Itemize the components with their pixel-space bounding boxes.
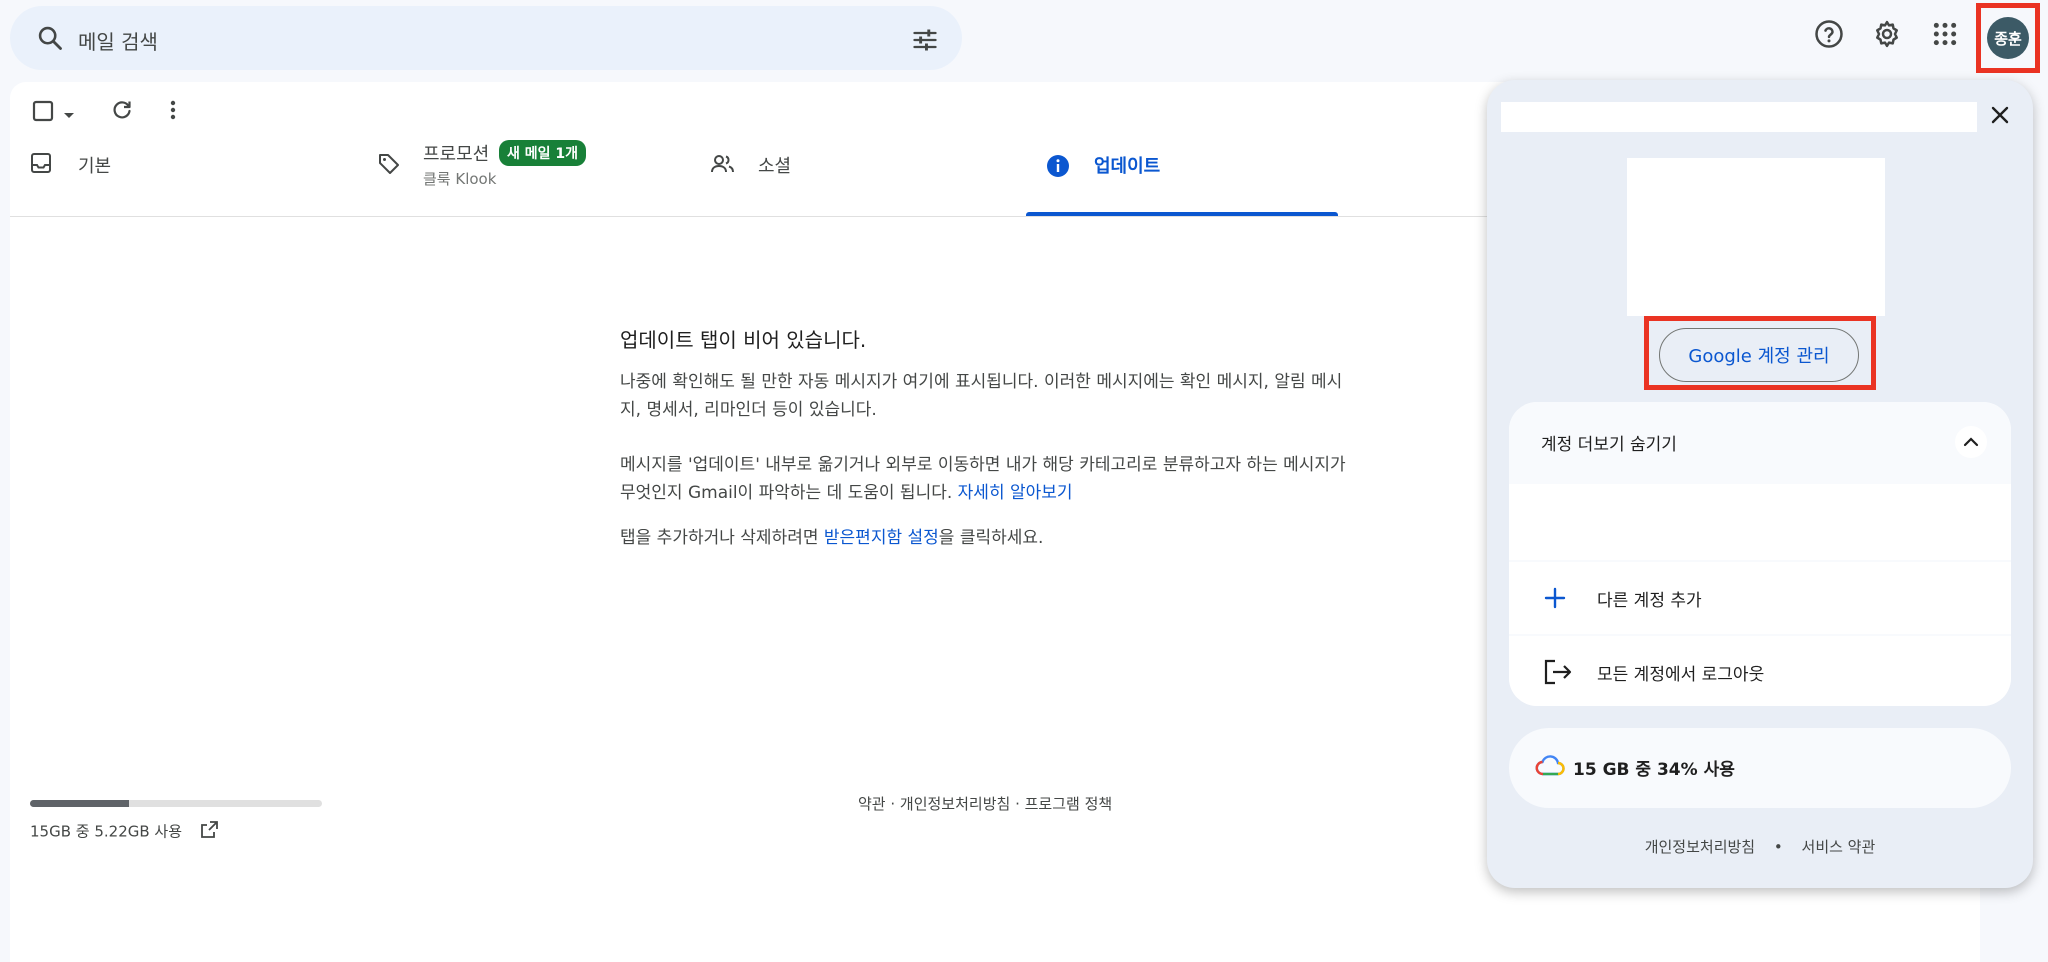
empty-state-title: 업데이트 탭이 비어 있습니다. <box>620 328 867 352</box>
refresh-icon[interactable] <box>110 98 134 126</box>
new-mail-badge: 새 메일 1개 <box>499 140 587 166</box>
settings-hint-pre: 탭을 추가하거나 삭제하려면 <box>620 528 824 548</box>
tab-promotions-label: 프로모션 <box>423 144 490 165</box>
popup-footer: 개인정보처리방침 • 서비스 약관 <box>1487 836 2033 857</box>
empty-state-settings: 탭을 추가하거나 삭제하려면 받은편지함 설정을 클릭하세요. <box>620 524 1350 552</box>
storage-bar-fill <box>30 800 130 807</box>
cloud-icon <box>1535 754 1565 782</box>
tab-primary[interactable]: 기본 <box>10 136 340 216</box>
inbox-settings-link[interactable]: 받은편지함 설정 <box>824 528 939 548</box>
plus-icon <box>1541 584 1569 616</box>
open-in-new-icon[interactable] <box>199 820 219 844</box>
accounts-toggle-label: 계정 더보기 숨기기 <box>1541 435 1677 455</box>
accounts-toggle[interactable]: 계정 더보기 숨기기 <box>1509 402 2011 482</box>
tab-social-label: 소셜 <box>758 156 792 177</box>
tab-updates[interactable]: 업데이트 <box>1026 136 1338 216</box>
more-options-icon[interactable] <box>168 98 178 126</box>
account-storage[interactable]: 15 GB 중 34% 사용 <box>1509 728 2011 808</box>
search-options-icon[interactable] <box>910 26 940 58</box>
empty-state-help: 메시지를 '업데이트' 내부로 옮기거나 외부로 이동하면 내가 해당 카테고리… <box>620 451 1350 507</box>
people-icon <box>710 152 736 180</box>
close-icon[interactable] <box>1983 98 2017 132</box>
settings-hint-post: 을 클릭하세요. <box>938 528 1044 548</box>
privacy-policy-link[interactable]: 개인정보처리방침 <box>1645 838 1755 856</box>
select-checkbox[interactable] <box>32 100 54 126</box>
terms-of-service-link[interactable]: 서비스 약관 <box>1802 838 1876 856</box>
empty-state-description: 나중에 확인해도 될 만한 자동 메시지가 여기에 표시됩니다. 이러한 메시지… <box>620 372 1343 420</box>
learn-more-link[interactable]: 자세히 알아보기 <box>958 483 1073 503</box>
footer-separator: • <box>1773 838 1783 856</box>
settings-gear-icon[interactable] <box>1870 17 1904 51</box>
tag-icon <box>377 152 401 180</box>
account-popup: Google 계정 관리 계정 더보기 숨기기 다른 계정 추가 모든 계정에서… <box>1487 80 2033 888</box>
add-account-label: 다른 계정 추가 <box>1597 591 1702 611</box>
search-bar[interactable]: 메일 검색 <box>10 6 962 70</box>
select-dropdown-icon[interactable] <box>62 106 76 125</box>
help-icon[interactable] <box>1812 17 1846 51</box>
tab-promotions[interactable]: 프로모션 새 메일 1개 클룩 Klook <box>355 136 685 216</box>
other-account-redacted[interactable] <box>1509 484 2011 560</box>
tab-updates-label: 업데이트 <box>1094 156 1161 177</box>
account-photo-redacted <box>1627 158 1885 316</box>
storage-bar <box>30 800 322 807</box>
chevron-up-icon[interactable] <box>1955 426 1987 458</box>
info-icon <box>1046 154 1070 182</box>
tab-promotions-sender: 클룩 Klook <box>423 170 497 188</box>
tab-social[interactable]: 소셜 <box>690 136 1020 216</box>
accounts-section: 계정 더보기 숨기기 다른 계정 추가 모든 계정에서 로그아웃 <box>1509 402 2011 706</box>
account-email-redacted <box>1501 102 1977 132</box>
logout-icon <box>1543 658 1573 690</box>
search-icon[interactable] <box>36 24 64 56</box>
account-storage-text: 15 GB 중 34% 사용 <box>1573 760 1735 780</box>
storage-usage: 15GB 중 5.22GB 사용 <box>30 820 219 844</box>
search-input[interactable]: 메일 검색 <box>78 26 158 55</box>
footer-links[interactable]: 약관 · 개인정보처리방침 · 프로그램 정책 <box>858 793 1112 814</box>
highlight-box-avatar <box>1976 3 2040 73</box>
inbox-icon <box>30 152 52 178</box>
logout-all-label: 모든 계정에서 로그아웃 <box>1597 665 1765 685</box>
highlight-box-manage <box>1644 316 1876 390</box>
add-account-row[interactable]: 다른 계정 추가 <box>1509 562 2011 634</box>
logout-all-row[interactable]: 모든 계정에서 로그아웃 <box>1509 636 2011 706</box>
apps-grid-icon[interactable] <box>1928 17 1962 51</box>
tab-primary-label: 기본 <box>78 156 112 177</box>
storage-usage-text: 15GB 중 5.22GB 사용 <box>30 822 183 841</box>
